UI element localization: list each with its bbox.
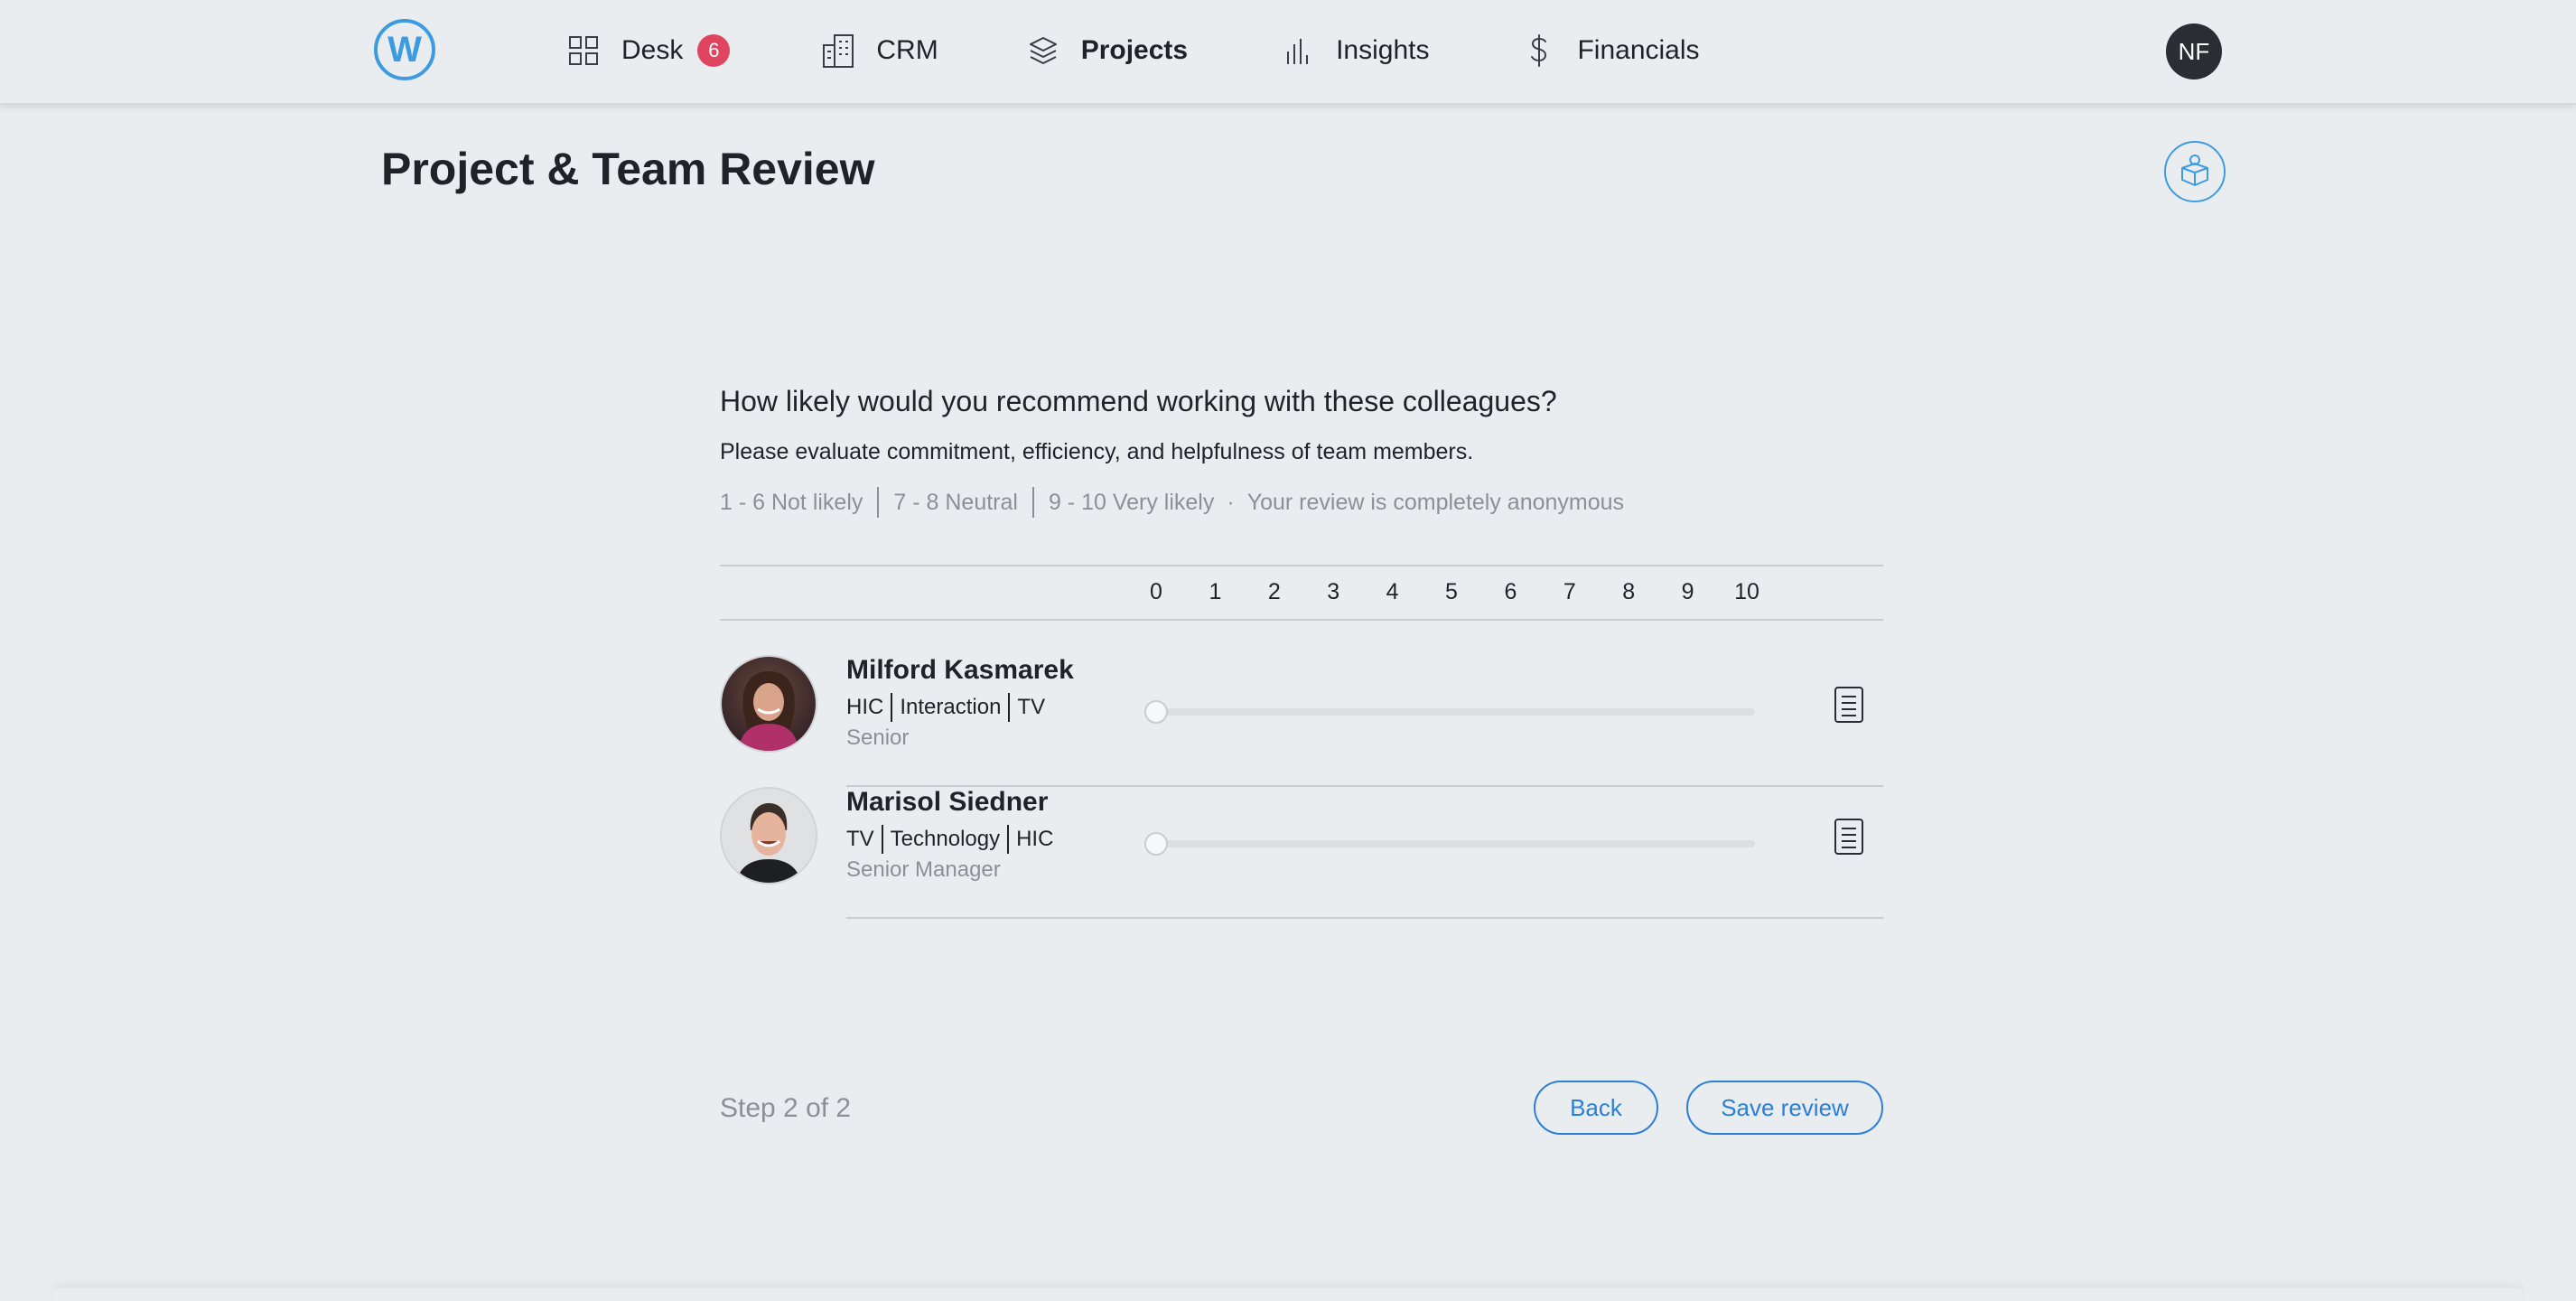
tag: HIC (1016, 827, 1054, 851)
scale-number: 7 (1563, 579, 1576, 604)
scale-number: 1 (1209, 579, 1222, 604)
reviewee-role: Senior (846, 725, 910, 750)
tag: Interaction (900, 695, 1002, 719)
save-review-button[interactable]: Save review (1686, 1081, 1883, 1135)
building-icon (820, 33, 856, 69)
legend-very-likely: 9 - 10 Very likely (1048, 489, 1215, 515)
document-icon (1834, 686, 1864, 728)
survey-question: How likely would you recommend working w… (720, 385, 1557, 417)
survey-subtitle: Please evaluate commitment, efficiency, … (720, 439, 1474, 464)
page-title: Project & Team Review (381, 144, 875, 194)
rating-legend: 1 - 6 Not likely 7 - 8 Neutral 9 - 10 Ve… (720, 486, 1624, 519)
legend-divider (877, 487, 880, 518)
nav-item-financials[interactable]: Financials (1521, 0, 1700, 101)
tag-divider (881, 825, 883, 854)
tag: TV (1017, 695, 1046, 719)
nav-item-desk[interactable]: Desk 6 (565, 0, 731, 101)
slider-track (1153, 708, 1755, 716)
main-nav: Desk 6 CRM Projects Insights Financials (565, 0, 1803, 101)
add-note-button[interactable] (1831, 818, 1867, 859)
scale-number: 5 (1445, 579, 1458, 604)
document-icon (1834, 818, 1864, 860)
reviewee-role: Senior Manager (846, 857, 1001, 882)
scale-number: 6 (1504, 579, 1517, 604)
step-indicator: Step 2 of 2 (720, 1093, 852, 1123)
box-person-icon (2177, 152, 2213, 192)
tag-divider (1007, 825, 1010, 854)
scale-number: 0 (1150, 579, 1162, 604)
tag-divider (1008, 693, 1011, 722)
avatar (720, 655, 817, 753)
scale-number: 3 (1327, 579, 1340, 604)
tag-divider (891, 693, 893, 722)
reviewee-tags: TV Technology HIC (846, 825, 1053, 854)
nav-label-financials: Financials (1577, 35, 1700, 65)
legend-not-likely: 1 - 6 Not likely (720, 489, 863, 515)
grid-icon (565, 33, 602, 69)
scale-number: 8 (1622, 579, 1636, 604)
layers-icon (1025, 33, 1061, 69)
dollar-icon (1521, 33, 1557, 69)
tag: Technology (890, 827, 1001, 851)
user-avatar[interactable]: NF (2166, 23, 2222, 80)
nav-item-insights[interactable]: Insights (1280, 0, 1429, 101)
reviewee-name: Milford Kasmarek (846, 655, 1074, 685)
help-button[interactable] (2164, 141, 2226, 202)
nav-label-insights: Insights (1336, 35, 1430, 65)
bar-chart-icon (1280, 33, 1316, 69)
reviewee-row: Milford Kasmarek HIC Interaction TV Seni… (720, 655, 1883, 787)
scale-number: 9 (1681, 579, 1694, 604)
rating-slider[interactable] (1144, 830, 1755, 857)
slider-thumb[interactable] (1144, 700, 1168, 724)
anonymous-note: Your review is completely anonymous (1246, 489, 1625, 515)
reviewee-name: Marisol Siedner (846, 787, 1049, 817)
nav-label-crm: CRM (876, 35, 938, 65)
nav-item-crm[interactable]: CRM (820, 0, 938, 101)
rating-scale-header: 0 1 2 3 4 5 6 7 8 9 10 (720, 565, 1883, 621)
back-button[interactable]: Back (1534, 1081, 1658, 1135)
add-note-button[interactable] (1831, 686, 1867, 727)
row-divider (846, 917, 1883, 919)
tag: HIC (846, 695, 884, 719)
page-bottom-shadow (54, 1288, 2522, 1301)
notification-badge: 6 (697, 34, 731, 67)
tag: TV (846, 827, 874, 851)
reviewee-row: Marisol Siedner TV Technology HIC Senior… (720, 787, 1883, 919)
nav-label-desk: Desk (621, 35, 684, 65)
legend-neutral: 7 - 8 Neutral (893, 489, 1018, 515)
nav-item-projects[interactable]: Projects (1025, 0, 1188, 101)
app-logo[interactable]: W (374, 19, 435, 80)
legend-dot: · (1227, 489, 1235, 515)
avatar (720, 787, 817, 884)
rating-slider[interactable] (1144, 698, 1755, 725)
scale-number: 4 (1386, 579, 1399, 604)
top-navigation-bar: W Desk 6 CRM Projects Insights Financial… (0, 0, 2576, 105)
nav-label-projects: Projects (1080, 35, 1189, 65)
slider-thumb[interactable] (1144, 832, 1168, 856)
scale-number: 10 (1734, 579, 1759, 604)
scale-number: 2 (1267, 579, 1281, 604)
slider-track (1153, 840, 1755, 847)
reviewee-tags: HIC Interaction TV (846, 693, 1045, 722)
legend-divider (1031, 487, 1034, 518)
